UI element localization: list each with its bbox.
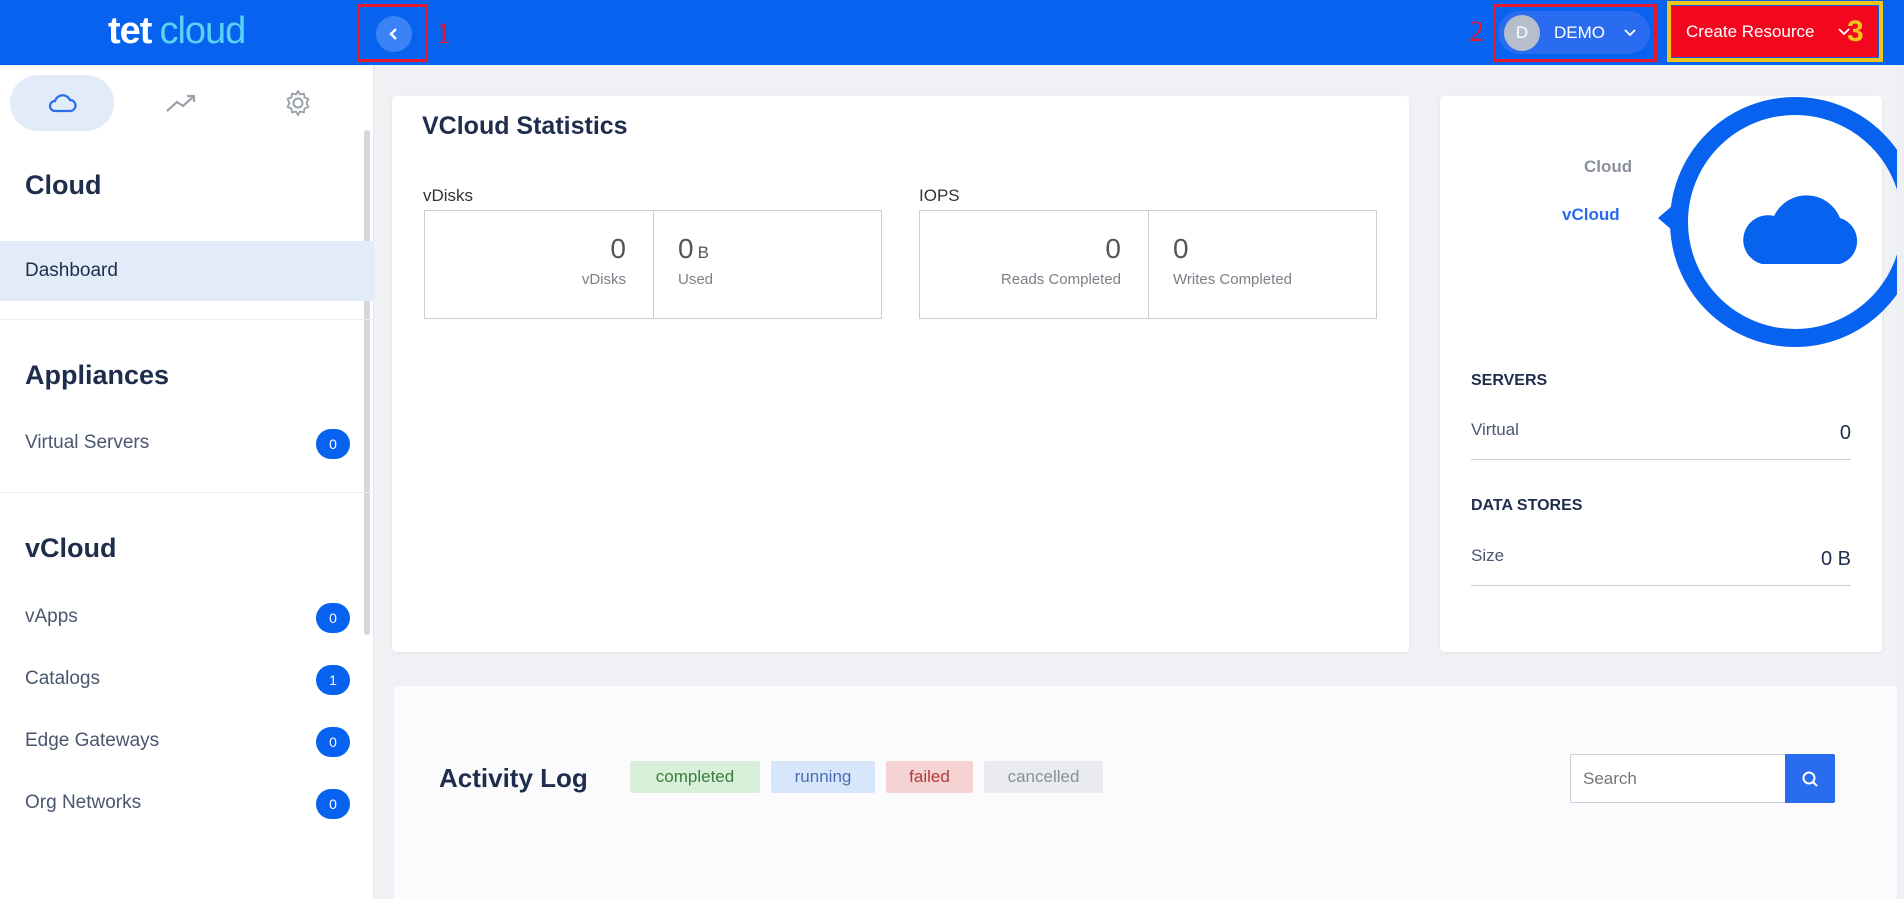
filter-running[interactable]: running bbox=[771, 761, 875, 793]
page-scrollbar[interactable] bbox=[1897, 65, 1904, 899]
count-badge: 0 bbox=[316, 789, 350, 819]
vdisks-used: 0B bbox=[678, 233, 709, 265]
data-stores-size-label: Size bbox=[1471, 546, 1505, 565]
divider bbox=[653, 211, 654, 318]
sidebar-item-label: Dashboard bbox=[25, 260, 118, 281]
vcloud-statistics-card bbox=[392, 96, 1409, 652]
cloud-icon bbox=[48, 94, 77, 113]
sidebar-item-org-networks[interactable]: Org Networks 0 bbox=[0, 773, 374, 833]
sidebar: Cloud Dashboard Appliances Virtual Serve… bbox=[0, 65, 374, 899]
servers-virtual-label: Virtual bbox=[1471, 420, 1519, 439]
chevron-left-icon bbox=[389, 28, 397, 40]
iops-group-label: IOPS bbox=[919, 186, 960, 205]
chevron-down-icon bbox=[1624, 29, 1636, 37]
count-badge: 1 bbox=[316, 665, 350, 695]
filter-completed[interactable]: completed bbox=[630, 761, 760, 793]
iops-writes: 0 bbox=[1173, 233, 1189, 264]
cloud-icon bbox=[1743, 195, 1858, 264]
sidebar-item-label: vApps bbox=[25, 606, 78, 627]
tab-analytics[interactable] bbox=[129, 75, 233, 131]
sidebar-item-label: Virtual Servers bbox=[25, 432, 150, 453]
divider bbox=[0, 492, 374, 493]
trend-icon bbox=[166, 94, 196, 112]
divider bbox=[1148, 211, 1149, 318]
data-stores-size-value: 0 B bbox=[1820, 548, 1851, 570]
sidebar-collapse-button[interactable] bbox=[376, 16, 412, 52]
count-badge: 0 bbox=[316, 429, 350, 459]
count-badge: 0 bbox=[316, 727, 350, 757]
vdisks-used-value: 0 bbox=[678, 233, 694, 264]
sidebar-item-vapps[interactable]: vApps 0 bbox=[0, 587, 374, 647]
divider bbox=[0, 319, 374, 320]
sidebar-item-label: Edge Gateways bbox=[25, 730, 160, 751]
filter-failed[interactable]: failed bbox=[886, 761, 973, 793]
search-button[interactable] bbox=[1785, 754, 1835, 803]
search-input[interactable] bbox=[1570, 754, 1786, 803]
sidebar-item-catalogs[interactable]: Catalogs 1 bbox=[0, 649, 374, 709]
tab-settings[interactable] bbox=[246, 75, 350, 131]
count-badge: 0 bbox=[316, 603, 350, 633]
vdisks-used-caption: Used bbox=[678, 271, 714, 288]
iops-reads-caption: Reads Completed bbox=[1000, 271, 1121, 288]
sidebar-scrollbar[interactable] bbox=[364, 130, 370, 635]
user-menu-button[interactable]: D DEMO bbox=[1498, 11, 1650, 54]
vdisks-count: 0 bbox=[610, 233, 626, 264]
vdisks-used-unit: B bbox=[697, 243, 709, 262]
sidebar-item-label: Catalogs bbox=[25, 668, 100, 689]
vdisks-count-caption: vDisks bbox=[581, 271, 626, 288]
sidebar-item-dashboard[interactable]: Dashboard bbox=[0, 241, 374, 301]
section-title-cloud: Cloud bbox=[25, 170, 102, 200]
tet-cloud-logo[interactable]: tet cloud bbox=[108, 10, 246, 53]
tab-cloud[interactable] bbox=[10, 75, 114, 131]
divider bbox=[1471, 459, 1851, 460]
iops-reads: 0 bbox=[1105, 233, 1121, 264]
panel-nav-cloud[interactable]: Cloud bbox=[1584, 157, 1632, 177]
user-name: DEMO bbox=[1554, 23, 1605, 42]
section-title-appliances: Appliances bbox=[25, 360, 170, 390]
servers-heading: SERVERS bbox=[1471, 372, 1548, 389]
sidebar-item-virtual-servers[interactable]: Virtual Servers 0 bbox=[0, 413, 374, 473]
search-icon bbox=[1802, 771, 1818, 787]
sidebar-item-edge-gateways[interactable]: Edge Gateways 0 bbox=[0, 711, 374, 771]
sidebar-item-label: Org Networks bbox=[25, 792, 142, 813]
filter-cancelled[interactable]: cancelled bbox=[984, 761, 1103, 793]
divider bbox=[1471, 585, 1851, 586]
sidebar-tabs bbox=[0, 65, 374, 145]
servers-virtual-value: 0 bbox=[1839, 422, 1851, 444]
page-title: VCloud Statistics bbox=[422, 112, 628, 140]
avatar: D bbox=[1504, 15, 1540, 51]
iops-writes-caption: Writes Completed bbox=[1173, 271, 1292, 288]
section-title-vcloud: vCloud bbox=[25, 533, 117, 563]
activity-log-title: Activity Log bbox=[439, 763, 588, 793]
annotation-number-3: 3 bbox=[1847, 15, 1864, 48]
data-stores-heading: DATA STORES bbox=[1471, 497, 1583, 514]
annotation-number-1: 1 bbox=[436, 17, 451, 50]
ring-pointer bbox=[1658, 206, 1672, 230]
vdisks-metrics: 0 vDisks 0B Used bbox=[424, 210, 882, 319]
logo-secondary-text: cloud bbox=[159, 10, 246, 52]
create-resource-label: Create Resource bbox=[1686, 22, 1815, 41]
annotation-number-2: 2 bbox=[1469, 15, 1484, 48]
panel-nav-vcloud[interactable]: vCloud bbox=[1562, 205, 1620, 225]
vdisks-group-label: vDisks bbox=[423, 186, 474, 205]
iops-metrics: 0 Reads Completed 0 Writes Completed bbox=[919, 210, 1377, 319]
gear-icon bbox=[286, 90, 310, 116]
logo-primary-text: tet bbox=[108, 10, 152, 52]
